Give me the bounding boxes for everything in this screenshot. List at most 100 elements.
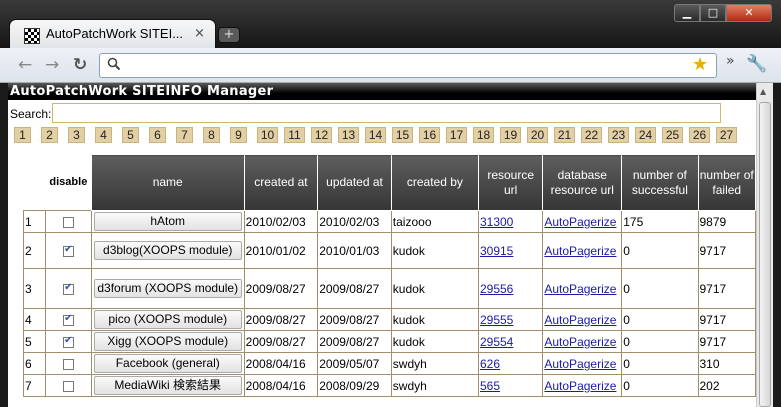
- page-link[interactable]: 8: [203, 127, 220, 143]
- chevron-icon[interactable]: »: [726, 53, 735, 69]
- table-row: 4pico (XOOPS module)2009/08/272009/08/27…: [22, 308, 756, 331]
- new-tab-button[interactable]: +: [219, 28, 239, 42]
- disable-checkbox[interactable]: [63, 216, 75, 228]
- name-button[interactable]: hAtom: [93, 212, 242, 231]
- name-header[interactable]: name: [90, 154, 245, 211]
- page-link[interactable]: 3: [68, 127, 85, 143]
- table-row: 2 d3blog(XOOPS module)2010/01/022010/01/0…: [22, 232, 756, 269]
- name-button[interactable]: d3blog(XOOPS module): [93, 241, 242, 260]
- scrollbar-thumb[interactable]: [759, 102, 771, 407]
- disable-checkbox[interactable]: [63, 380, 75, 392]
- db-url-link[interactable]: AutoPagerize: [544, 357, 616, 371]
- successful-cell: 0: [621, 268, 699, 309]
- resource-url-link[interactable]: 30915: [480, 244, 513, 258]
- resource-url-link[interactable]: 29556: [480, 282, 513, 296]
- disable-checkbox[interactable]: [63, 244, 75, 257]
- page-link[interactable]: 2: [41, 127, 58, 143]
- page-link[interactable]: 17: [446, 127, 467, 143]
- disable-checkbox[interactable]: [63, 282, 75, 295]
- resource-url-link[interactable]: 29554: [480, 335, 513, 349]
- name-button[interactable]: MediaWiki 検索結果: [93, 376, 242, 395]
- page-link[interactable]: 14: [365, 127, 386, 143]
- page-link[interactable]: 15: [392, 127, 413, 143]
- search-label: Search:: [10, 107, 52, 121]
- resource-url-cell: 29556: [477, 268, 544, 309]
- resource-url-cell: 29554: [477, 330, 544, 353]
- disable-cell: [45, 268, 92, 309]
- db-url-link[interactable]: AutoPagerize: [544, 282, 616, 296]
- page-link[interactable]: 4: [95, 127, 112, 143]
- failed-header[interactable]: number of failed: [697, 154, 756, 211]
- wrench-icon[interactable]: 🔧: [746, 54, 767, 74]
- page-link[interactable]: 1: [14, 127, 31, 143]
- resource-url-header[interactable]: resource url: [477, 154, 544, 211]
- name-button[interactable]: Xigg (XOOPS module): [93, 332, 242, 351]
- page-link[interactable]: 19: [500, 127, 521, 143]
- updated-cell: 2009/08/27: [317, 268, 392, 309]
- db-url-header[interactable]: database resource url: [542, 154, 623, 211]
- star-icon[interactable]: ★: [692, 54, 708, 75]
- page-link[interactable]: 11: [284, 127, 305, 143]
- updated-header[interactable]: updated at: [317, 154, 392, 211]
- created-cell: 2008/04/16: [243, 352, 319, 375]
- page-link[interactable]: 6: [149, 127, 166, 143]
- close-window-button[interactable]: ✕: [726, 4, 772, 22]
- resource-url-cell: 565: [477, 374, 544, 397]
- failed-cell: 9717: [697, 268, 756, 309]
- tab-autopatchwork[interactable]: AutoPatchWork SITEI... ×: [10, 20, 215, 48]
- minimize-button[interactable]: ▁: [674, 4, 700, 22]
- back-icon[interactable]: ←: [18, 55, 32, 75]
- forward-icon[interactable]: →: [45, 55, 59, 75]
- name-button[interactable]: Facebook (general): [93, 354, 242, 373]
- page-link[interactable]: 20: [527, 127, 548, 143]
- page-link[interactable]: 22: [581, 127, 602, 143]
- failed-cell: 9879: [697, 210, 756, 233]
- db-url-link[interactable]: AutoPagerize: [544, 244, 616, 258]
- name-button[interactable]: pico (XOOPS module): [93, 310, 242, 329]
- page-link[interactable]: 21: [554, 127, 575, 143]
- name-button[interactable]: d3forum (XOOPS module): [93, 279, 242, 298]
- window-frame-right: [773, 83, 781, 407]
- successful-header[interactable]: number of successful: [621, 154, 699, 211]
- resource-url-link[interactable]: 626: [480, 357, 500, 371]
- disable-checkbox[interactable]: [63, 313, 75, 326]
- page-link[interactable]: 24: [635, 127, 656, 143]
- failed-cell: 310: [697, 352, 756, 375]
- page-link[interactable]: 5: [122, 127, 139, 143]
- resource-url-link[interactable]: 29555: [480, 313, 513, 327]
- address-bar[interactable]: [99, 53, 717, 78]
- search-input[interactable]: [52, 103, 721, 123]
- tab-close-icon[interactable]: ×: [194, 26, 205, 41]
- db-url-cell: AutoPagerize: [542, 210, 623, 233]
- created-header[interactable]: created at: [243, 154, 319, 211]
- updated-cell: 2008/09/29: [317, 374, 392, 397]
- resource-url-link[interactable]: 565: [480, 379, 500, 393]
- page-link[interactable]: 26: [689, 127, 710, 143]
- created-cell: 2010/01/02: [243, 232, 319, 269]
- db-url-link[interactable]: AutoPagerize: [544, 313, 616, 327]
- page-link[interactable]: 25: [662, 127, 683, 143]
- scroll-up-icon[interactable]: ▲: [760, 87, 766, 96]
- page-link[interactable]: 16: [419, 127, 440, 143]
- reload-icon[interactable]: ↻: [73, 55, 87, 75]
- page-link[interactable]: 18: [473, 127, 494, 143]
- db-url-link[interactable]: AutoPagerize: [544, 335, 616, 349]
- successful-cell: 0: [621, 308, 699, 331]
- db-url-link[interactable]: AutoPagerize: [544, 379, 616, 393]
- search-icon: [107, 57, 121, 71]
- disable-checkbox[interactable]: [63, 335, 75, 348]
- page-link[interactable]: 12: [311, 127, 332, 143]
- page-link[interactable]: 23: [608, 127, 629, 143]
- maximize-button[interactable]: □: [700, 4, 726, 22]
- page-link[interactable]: 13: [338, 127, 359, 143]
- tab-strip: AutoPatchWork SITEI... × + ▁ □ ✕: [0, 0, 781, 48]
- page-link[interactable]: 7: [176, 127, 193, 143]
- db-url-link[interactable]: AutoPagerize: [544, 215, 616, 229]
- page-link[interactable]: 10: [257, 127, 278, 143]
- resource-url-cell: 30915: [477, 232, 544, 269]
- created-by-header[interactable]: created by: [390, 154, 479, 211]
- resource-url-link[interactable]: 31300: [480, 215, 513, 229]
- disable-checkbox[interactable]: [63, 358, 75, 370]
- page-link[interactable]: 9: [230, 127, 247, 143]
- page-link[interactable]: 27: [716, 127, 737, 143]
